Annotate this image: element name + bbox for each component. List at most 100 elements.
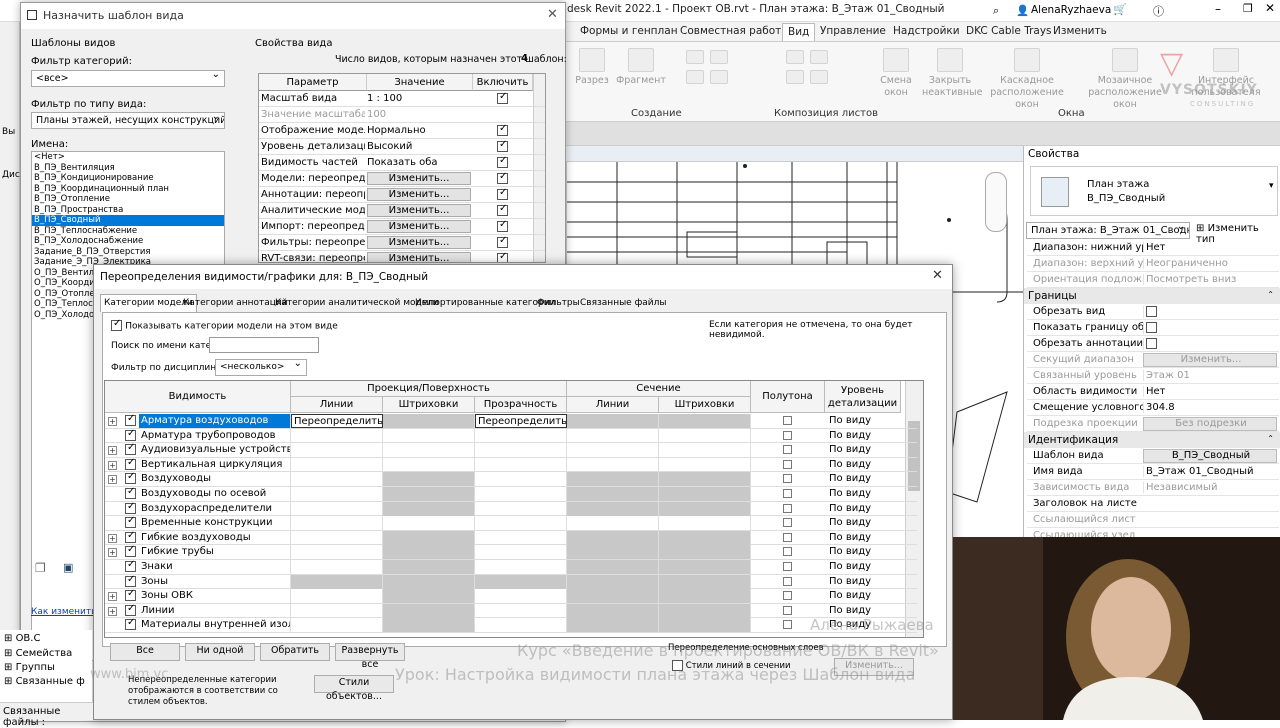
include-checkbox[interactable] xyxy=(497,203,508,217)
grid-cell[interactable] xyxy=(475,472,567,487)
visibility-checkbox[interactable] xyxy=(125,471,136,485)
grid-cell[interactable] xyxy=(567,516,659,531)
section-identity[interactable]: Идентификация ⌃ xyxy=(1024,432,1280,448)
include-checkbox[interactable] xyxy=(497,187,508,201)
visibility-checkbox[interactable] xyxy=(125,530,136,543)
grid-cell[interactable] xyxy=(567,428,659,443)
restore-icon[interactable]: ❐ xyxy=(1243,2,1253,15)
grid-cell[interactable] xyxy=(475,574,567,589)
visibility-checkbox[interactable] xyxy=(125,574,136,587)
detail-level-cell[interactable]: По виду xyxy=(825,458,901,472)
table-row[interactable]: + Воздуховоды По виду xyxy=(105,471,917,487)
property-value[interactable]: Этаж 01 xyxy=(1143,370,1277,381)
grid-cell[interactable] xyxy=(475,457,567,472)
visibility-checkbox[interactable] xyxy=(125,413,136,426)
grid-cell[interactable] xyxy=(291,443,383,458)
expand-icon[interactable]: + xyxy=(108,417,117,426)
detail-level-cell[interactable]: По виду xyxy=(825,429,901,443)
table-row[interactable]: Материалы внутренней изол...По виду xyxy=(105,617,917,633)
expand-icon[interactable]: + xyxy=(108,533,117,543)
grid-cell[interactable] xyxy=(475,560,567,574)
grid-cell[interactable] xyxy=(475,603,567,618)
close-inactive-button[interactable]: Закрыть неактивные xyxy=(922,48,982,99)
property-value[interactable]: Независимый xyxy=(1143,482,1277,493)
grid-cell[interactable] xyxy=(291,428,383,443)
include-checkbox[interactable] xyxy=(497,139,508,153)
halftone-checkbox[interactable] xyxy=(783,532,792,542)
checkbox-icon[interactable] xyxy=(1146,338,1157,349)
small-icon[interactable] xyxy=(686,70,704,84)
property-row[interactable]: Заголовок на листе xyxy=(1027,496,1279,512)
rename-icon[interactable]: ▣ xyxy=(63,561,73,574)
grid-cell[interactable] xyxy=(383,516,475,531)
property-row[interactable]: Связанный уровень Этаж 01 xyxy=(1027,368,1279,384)
detail-level-cell[interactable]: По виду xyxy=(825,472,901,486)
property-value[interactable]: Неограниченно xyxy=(1143,258,1277,269)
callout-button[interactable]: Фрагмент xyxy=(616,48,666,87)
visibility-checkbox[interactable] xyxy=(125,515,136,529)
browser-item[interactable]: ⊞ Группы xyxy=(4,662,55,673)
property-row[interactable]: Ссылающийся лист xyxy=(1027,512,1279,528)
section-button[interactable]: Разрез xyxy=(572,48,612,87)
visibility-checkbox[interactable] xyxy=(125,442,136,456)
parameter-value[interactable]: Изменить... xyxy=(367,252,471,262)
halftone-checkbox[interactable] xyxy=(783,620,792,630)
grid-cell[interactable] xyxy=(659,457,751,472)
grid-cell[interactable] xyxy=(291,530,383,545)
halftone-checkbox[interactable] xyxy=(783,489,792,498)
detail-level-cell[interactable]: По виду xyxy=(825,560,901,574)
property-row[interactable]: Область видимости Нет xyxy=(1027,384,1279,400)
property-value[interactable]: Без подрезки xyxy=(1143,417,1277,431)
grid-cell[interactable] xyxy=(567,443,659,458)
grid-cell[interactable] xyxy=(291,618,383,633)
table-row[interactable]: Временные конструкции По виду xyxy=(105,515,917,531)
include-checkbox[interactable] xyxy=(497,219,508,233)
grid-cell[interactable] xyxy=(567,603,659,618)
grid-cell[interactable] xyxy=(475,428,567,443)
property-row[interactable]: Секущий диапазон Изменить... xyxy=(1027,352,1279,368)
template-list-item[interactable]: В_ПЭ_Отопление xyxy=(32,194,224,205)
parameter-row[interactable]: Модели: переопределеИзменить... xyxy=(259,171,545,187)
include-checkbox[interactable] xyxy=(497,123,508,137)
close-icon[interactable]: ✕ xyxy=(932,268,943,283)
small-icon[interactable] xyxy=(686,50,704,64)
visibility-checkbox[interactable] xyxy=(125,617,136,631)
tab-collaborate[interactable]: Совместная работа xyxy=(680,25,788,37)
halftone-checkbox[interactable] xyxy=(783,562,792,571)
user-name[interactable]: AlenaRyzhaeva xyxy=(1031,4,1111,16)
grid-cell[interactable] xyxy=(291,603,383,618)
halftone-checkbox[interactable] xyxy=(783,605,792,615)
parameter-row[interactable]: Уровень детализации Высокий xyxy=(259,139,545,155)
grid-cell[interactable] xyxy=(383,530,475,545)
grid-cell[interactable] xyxy=(567,457,659,472)
tab-addins[interactable]: Надстройки xyxy=(893,25,960,37)
grid-cell[interactable] xyxy=(475,618,567,633)
grid-cell[interactable] xyxy=(567,487,659,501)
parameter-row[interactable]: Видимость частей Показать оба xyxy=(259,155,545,171)
grid-cell[interactable] xyxy=(659,516,751,531)
grid-cell[interactable] xyxy=(567,501,659,516)
detail-level-cell[interactable]: По виду xyxy=(825,531,901,545)
property-value[interactable]: Нет xyxy=(1143,242,1277,253)
include-checkbox[interactable] xyxy=(497,155,508,169)
visibility-checkbox[interactable] xyxy=(125,603,136,616)
vg-tab[interactable]: Фильтры xyxy=(534,297,583,309)
grid-cell[interactable] xyxy=(291,589,383,604)
tab-massing[interactable]: Формы и генплан xyxy=(580,25,678,37)
small-icon[interactable] xyxy=(786,70,804,84)
parameter-value[interactable]: Изменить... xyxy=(367,172,471,185)
section-bounds[interactable]: Границы ⌃ xyxy=(1024,288,1280,304)
grid-cell[interactable] xyxy=(567,589,659,604)
expand-icon[interactable]: + xyxy=(108,548,117,558)
grid-cell[interactable] xyxy=(567,545,659,560)
template-list-item[interactable]: В_ПЭ_Кондиционирование xyxy=(32,173,224,184)
parameter-row[interactable]: Отображение моделиНормально xyxy=(259,123,545,139)
grid-cell[interactable] xyxy=(383,487,475,501)
grid-cell[interactable] xyxy=(659,574,751,589)
visibility-checkbox[interactable] xyxy=(125,428,136,441)
halftone-checkbox[interactable] xyxy=(783,459,792,469)
halftone-checkbox[interactable] xyxy=(783,445,792,455)
parameter-value[interactable]: Изменить... xyxy=(367,204,471,217)
property-row[interactable]: Зависимость вида Независимый xyxy=(1027,480,1279,496)
grid-cell[interactable] xyxy=(291,472,383,487)
